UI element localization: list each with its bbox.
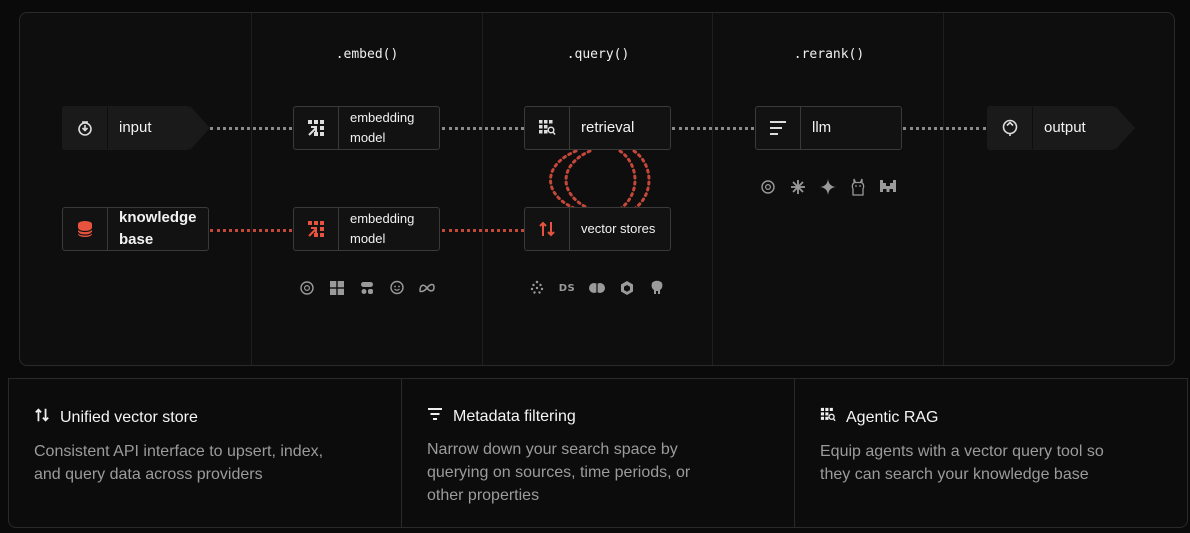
datastax-icon: DS	[558, 282, 576, 294]
vector-store-providers: DS	[527, 278, 667, 298]
microsoft-icon	[327, 278, 347, 298]
openai-icon	[758, 177, 778, 197]
connector-embed-vectorstore	[442, 229, 524, 232]
column-divider	[482, 13, 483, 365]
column-divider	[943, 13, 944, 365]
feature-title: Metadata filtering	[453, 407, 576, 425]
meta-icon	[417, 278, 437, 298]
input-arrow-tip	[190, 106, 210, 150]
stage-embed-label: .embed()	[335, 47, 399, 62]
llm-node[interactable]: llm	[755, 106, 902, 150]
llm-label: llm	[812, 119, 832, 137]
feature-cards: Unified vector store Consistent API inte…	[8, 378, 1188, 528]
gemini-icon	[818, 177, 838, 197]
connector-kb-embed	[210, 229, 292, 232]
input-label: input	[119, 119, 152, 137]
feature-title: Agentic RAG	[846, 408, 939, 426]
feature-description: Equip agents with a vector query tool so…	[820, 443, 1104, 483]
anthropic-icon	[788, 177, 808, 197]
column-divider	[712, 13, 713, 365]
embedding-providers	[297, 278, 437, 298]
openai-icon	[297, 278, 317, 298]
filter-icon	[427, 407, 443, 426]
feature-title: Unified vector store	[60, 408, 198, 426]
chroma-icon	[587, 278, 607, 298]
stage-rerank-label: .rerank()	[793, 47, 865, 62]
vector-store-icon	[525, 208, 570, 250]
column-divider	[251, 13, 252, 365]
feature-card-metadata-filtering: Metadata filtering Narrow down your sear…	[402, 379, 795, 527]
retrieval-node[interactable]: retrieval	[524, 106, 671, 150]
llm-providers	[758, 177, 898, 197]
stage-query-label: .query()	[566, 47, 630, 62]
connector-retrieval-llm	[672, 127, 754, 130]
output-arrow-tip	[1115, 106, 1135, 150]
retrieval-grid-icon	[525, 107, 570, 149]
vector-stores-node[interactable]: vector stores	[524, 207, 671, 251]
huggingface-icon	[387, 278, 407, 298]
retrieval-grid-icon	[820, 407, 836, 428]
feature-card-agentic-rag: Agentic RAG Equip agents with a vector q…	[795, 379, 1187, 527]
input-node[interactable]: input	[62, 106, 190, 150]
vector-stores-label: vector stores	[581, 220, 656, 236]
output-pin-icon	[988, 107, 1033, 149]
embedding-model-label: embedding model	[350, 109, 415, 145]
output-label: output	[1044, 119, 1086, 137]
output-node[interactable]: output	[987, 106, 1115, 150]
upload-icon	[63, 107, 108, 149]
embedding-model-node-kb[interactable]: embedding model	[293, 207, 440, 251]
connector-llm-output	[903, 127, 986, 130]
connector-embed-retrieval	[442, 127, 524, 130]
text-lines-icon	[756, 107, 801, 149]
embedding-icon	[294, 107, 339, 149]
knowledge-base-label: knowledge base	[119, 208, 197, 249]
feature-description: Consistent API interface to upsert, inde…	[34, 443, 324, 483]
pipeline-diagram: .embed() .query() .rerank() input knowle…	[19, 12, 1175, 366]
database-icon	[63, 208, 108, 250]
llama-icon	[848, 177, 868, 197]
feature-description: Narrow down your search space by queryin…	[427, 441, 691, 504]
retrieval-loop-connector	[549, 149, 651, 211]
embedding-model-node[interactable]: embedding model	[293, 106, 440, 150]
vector-store-icon	[34, 407, 50, 428]
embedding-icon	[294, 208, 339, 250]
pinecone-icon	[527, 278, 547, 298]
knowledge-base-node[interactable]: knowledge base	[62, 207, 209, 251]
qdrant-icon	[617, 278, 637, 298]
feature-card-unified-vector-store: Unified vector store Consistent API inte…	[9, 379, 402, 527]
connector-input-embed	[210, 127, 292, 130]
cohere-icon	[357, 278, 377, 298]
rag-pipeline-section: .embed() .query() .rerank() input knowle…	[0, 0, 1190, 533]
embedding-model-label: embedding model	[350, 210, 415, 246]
retrieval-label: retrieval	[581, 119, 635, 137]
postgres-icon	[647, 278, 667, 298]
mistral-icon	[878, 177, 898, 197]
